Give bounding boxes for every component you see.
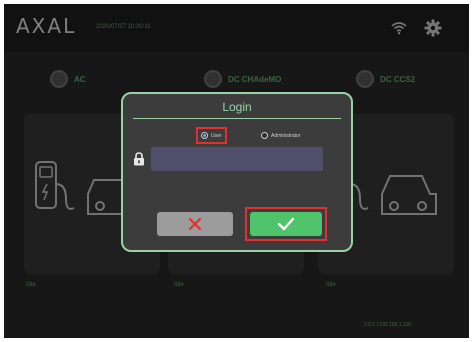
radio-administrator-indicator[interactable]	[261, 132, 268, 139]
cancel-button[interactable]	[157, 212, 233, 236]
dialog-title: Login	[222, 100, 252, 114]
lock-icon	[134, 152, 144, 166]
confirm-highlight	[245, 207, 327, 241]
radio-user-label: User	[211, 132, 222, 139]
title-divider	[133, 118, 341, 119]
check-icon	[277, 217, 295, 231]
password-input[interactable]	[151, 147, 323, 171]
login-dialog: Login User Administrator	[121, 92, 353, 252]
radio-administrator-label: Administrator	[271, 132, 301, 139]
close-icon	[188, 217, 202, 231]
app-screen: AXAL 2020/07/27 10:30:11 AC DC CHAdeMO D…	[4, 4, 469, 338]
radio-administrator[interactable]: Administrator	[261, 132, 300, 139]
confirm-button[interactable]	[250, 212, 322, 236]
radio-user-indicator[interactable]	[201, 132, 208, 139]
radio-user[interactable]: User	[201, 132, 222, 139]
